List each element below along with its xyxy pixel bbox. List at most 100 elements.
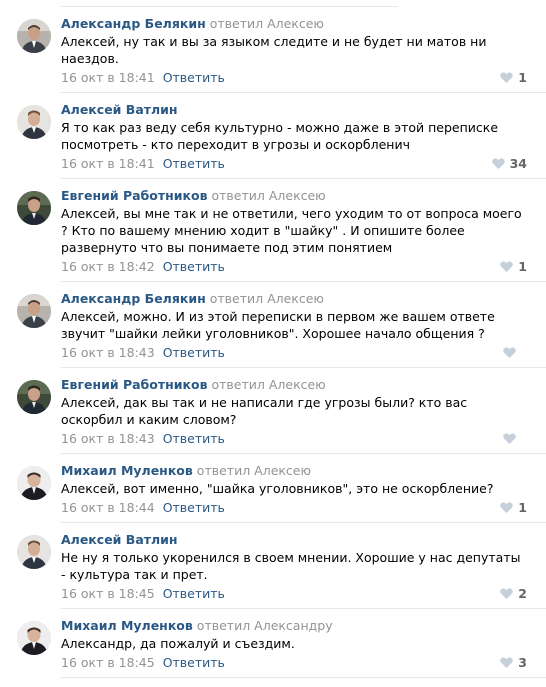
author-link[interactable]: Алексей Ватлин xyxy=(61,532,178,547)
author-link[interactable]: Александр Белякин xyxy=(61,291,206,306)
person-photo-icon xyxy=(17,466,51,500)
avatar[interactable] xyxy=(17,621,51,655)
comment-text: Алексей, ну так и вы за языком следите и… xyxy=(61,34,487,66)
reply-button[interactable]: Ответить xyxy=(163,500,225,515)
comment-text: Алексей, вы мне так и не ответили, чего … xyxy=(61,206,522,255)
reply-to-text: ответил Алексею xyxy=(211,377,326,392)
comment-footer: 16 окт в 18:42 Ответить 1 xyxy=(61,256,546,277)
reply-to-text: ответил Алексею xyxy=(211,188,326,203)
like-count: 2 xyxy=(518,586,527,601)
author-link[interactable]: Евгений Работников xyxy=(61,188,208,203)
avatar[interactable] xyxy=(17,535,51,569)
comment-text: Не ну я только укоренился в своем мнении… xyxy=(61,550,521,582)
like-count: 34 xyxy=(509,156,527,171)
like-button[interactable] xyxy=(503,428,527,449)
heart-icon xyxy=(491,158,505,169)
comment-header: Михаил Муленков ответил Алексею xyxy=(61,462,546,479)
avatar[interactable] xyxy=(17,466,51,500)
like-count: 1 xyxy=(518,259,527,274)
like-button[interactable]: 1 xyxy=(500,497,527,518)
comment-footer: 16 окт в 18:45 Ответить 2 xyxy=(61,583,546,604)
comment-text: Алексей, вот именно, "шайка уголовников"… xyxy=(61,481,494,496)
comment-footer: 16 окт в 18:44 Ответить 1 xyxy=(61,497,546,518)
comment-date-link[interactable]: 16 окт в 18:45 xyxy=(61,655,155,670)
avatar[interactable] xyxy=(17,105,51,139)
comment-footer: 16 окт в 18:45 Ответить 3 xyxy=(61,652,546,673)
heart-icon xyxy=(500,502,514,513)
reply-to-text: ответил Алексею xyxy=(196,463,312,478)
like-button[interactable]: 1 xyxy=(500,256,527,277)
like-button[interactable]: 3 xyxy=(500,652,527,673)
comment-header: Алексей Ватлин xyxy=(61,101,546,118)
comment-date-link[interactable]: 16 окт в 18:42 xyxy=(61,259,155,274)
comment-date-link[interactable]: 16 окт в 18:44 xyxy=(61,500,155,515)
author-link[interactable]: Алексей Ватлин xyxy=(61,102,178,117)
comment-item: Михаил Муленков ответил Александру Алекс… xyxy=(0,609,546,678)
comment-item: Михаил Муленков ответил Алексею Алексей,… xyxy=(0,454,546,523)
heart-icon xyxy=(503,433,516,444)
person-photo-icon xyxy=(17,380,51,414)
reply-button[interactable]: Ответить xyxy=(163,156,225,171)
reply-to-text: ответил Александру xyxy=(196,618,333,633)
heart-icon xyxy=(500,657,514,668)
heart-icon xyxy=(500,588,514,599)
comment-item: Евгений Работников ответил Алексею Алекс… xyxy=(0,368,546,454)
comment-header: Михаил Муленков ответил Александру xyxy=(61,617,546,634)
person-photo-icon xyxy=(17,621,51,655)
reply-button[interactable]: Ответить xyxy=(163,345,225,360)
author-link[interactable]: Александр Белякин xyxy=(61,16,206,31)
comment-footer: 16 окт в 18:43 Ответить xyxy=(61,428,546,449)
like-button[interactable] xyxy=(503,342,527,363)
comment-item: Александр Белякин ответил Алексею Алексе… xyxy=(0,7,546,93)
comment-text: Алексей, можно. И из этой переписки в пе… xyxy=(61,309,495,341)
comment-date-link[interactable]: 16 окт в 18:41 xyxy=(61,70,155,85)
avatar[interactable] xyxy=(17,294,51,328)
person-photo-icon xyxy=(17,191,51,225)
comment-footer: 16 окт в 18:43 Ответить xyxy=(61,342,546,363)
heart-icon xyxy=(503,347,516,358)
avatar[interactable] xyxy=(17,191,51,225)
avatar[interactable] xyxy=(17,380,51,414)
like-button[interactable]: 1 xyxy=(500,67,527,88)
comment-header: Александр Белякин ответил Алексею xyxy=(61,290,546,307)
comment-text: Алексей, дак вы так и не написали где уг… xyxy=(61,395,468,427)
reply-button[interactable]: Ответить xyxy=(163,259,225,274)
like-count: 1 xyxy=(518,500,527,515)
comment-text: Я то как раз веду себя культурно - можно… xyxy=(61,120,499,152)
reply-button[interactable]: Ответить xyxy=(163,586,225,601)
heart-icon xyxy=(500,72,514,83)
comment-text: Александр, да пожалуй и съездим. xyxy=(61,636,295,651)
comment-item: Александр Белякин ответил Алексею Алексе… xyxy=(0,282,546,368)
comment-header: Алексей Ватлин xyxy=(61,531,546,548)
comment-header: Евгений Работников ответил Алексею xyxy=(61,376,546,393)
reply-to-text: ответил Алексею xyxy=(209,16,324,31)
like-button[interactable]: 34 xyxy=(491,153,527,174)
heart-icon xyxy=(500,261,514,272)
author-link[interactable]: Евгений Работников xyxy=(61,377,208,392)
avatar[interactable] xyxy=(17,19,51,53)
reply-button[interactable]: Ответить xyxy=(163,70,225,85)
person-photo-icon xyxy=(17,105,51,139)
comment-date-link[interactable]: 16 окт в 18:43 xyxy=(61,431,155,446)
reply-button[interactable]: Ответить xyxy=(163,431,225,446)
comment-date-link[interactable]: 16 окт в 18:43 xyxy=(61,345,155,360)
comment-date-link[interactable]: 16 окт в 18:41 xyxy=(61,156,155,171)
person-photo-icon xyxy=(17,294,51,328)
comment-footer: 16 окт в 18:41 Ответить 1 xyxy=(61,67,546,88)
comment-item: Алексей Ватлин Я то как раз веду себя ку… xyxy=(0,93,546,179)
comment-item: Евгений Работников ответил Алексею Алекс… xyxy=(0,179,546,282)
like-count: 1 xyxy=(518,70,527,85)
comment-thread: Александр Белякин ответил Алексею Алексе… xyxy=(0,7,546,678)
comment-item: Алексей Ватлин Не ну я только укоренился… xyxy=(0,523,546,609)
comment-header: Евгений Работников ответил Алексею xyxy=(61,187,546,204)
reply-to-text: ответил Алексею xyxy=(209,291,324,306)
person-photo-icon xyxy=(17,535,51,569)
comment-date-link[interactable]: 16 окт в 18:45 xyxy=(61,586,155,601)
author-link[interactable]: Михаил Муленков xyxy=(61,618,193,633)
comment-footer: 16 окт в 18:41 Ответить 34 xyxy=(61,153,546,174)
like-count: 3 xyxy=(518,655,527,670)
like-button[interactable]: 2 xyxy=(500,583,527,604)
comment-header: Александр Белякин ответил Алексею xyxy=(61,15,546,32)
author-link[interactable]: Михаил Муленков xyxy=(61,463,193,478)
reply-button[interactable]: Ответить xyxy=(163,655,225,670)
